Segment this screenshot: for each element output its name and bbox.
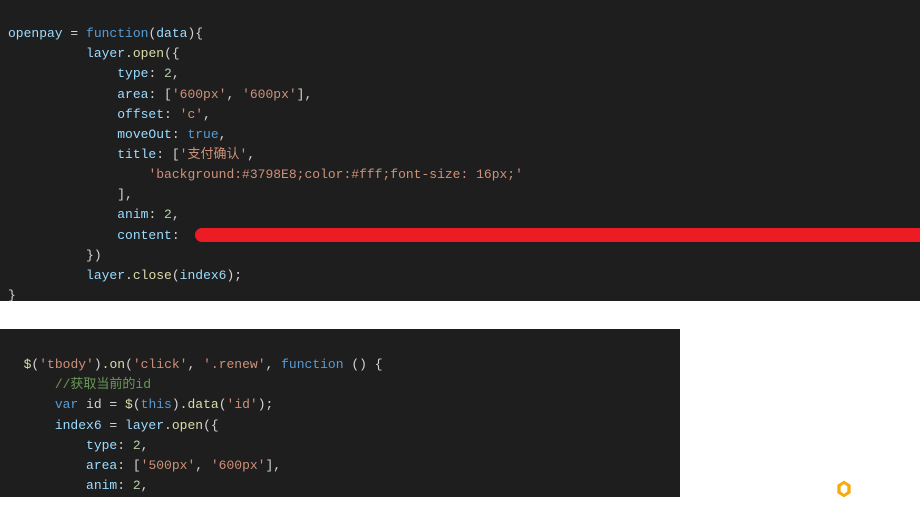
- code-line: offset: 'c',: [8, 107, 211, 122]
- gap: [0, 301, 920, 329]
- code-line: type: 2,: [8, 438, 148, 453]
- code-line: var id = $(this).data('id');: [8, 397, 273, 412]
- code-line: layer.close(index6);: [8, 268, 242, 283]
- code-line: index6 = layer.open({: [8, 418, 219, 433]
- watermark: 创新互联: [834, 478, 914, 500]
- code-line: 'background:#3798E8;color:#fff;font-size…: [8, 167, 523, 182]
- code-line: type: 2,: [8, 66, 180, 81]
- code-line: title: ['支付确认',: [8, 147, 255, 162]
- code-line: openpay = function(data){: [8, 26, 203, 41]
- code-line: ],: [8, 187, 133, 202]
- code-line: moveOut: true,: [8, 127, 226, 142]
- code-line: content:: [8, 228, 920, 243]
- redaction-bar: [195, 228, 920, 242]
- code-line: }: [8, 288, 16, 301]
- code-line: layer.open({: [8, 46, 180, 61]
- code-block-1: openpay = function(data){ layer.open({ t…: [0, 0, 920, 301]
- watermark-text: 创新互联: [858, 478, 914, 500]
- logo-icon: [834, 479, 854, 499]
- code-line: //获取当前的id: [8, 377, 151, 392]
- code-line: }): [8, 248, 102, 263]
- code-line: anim: 2,: [8, 478, 148, 493]
- code-block-2: $('tbody').on('click', '.renew', functio…: [0, 329, 680, 497]
- code-line: area: ['600px', '600px'],: [8, 87, 312, 102]
- code-line: anim: 2,: [8, 207, 180, 222]
- code-line: $('tbody').on('click', '.renew', functio…: [8, 357, 383, 372]
- code-line: area: ['500px', '600px'],: [8, 458, 281, 473]
